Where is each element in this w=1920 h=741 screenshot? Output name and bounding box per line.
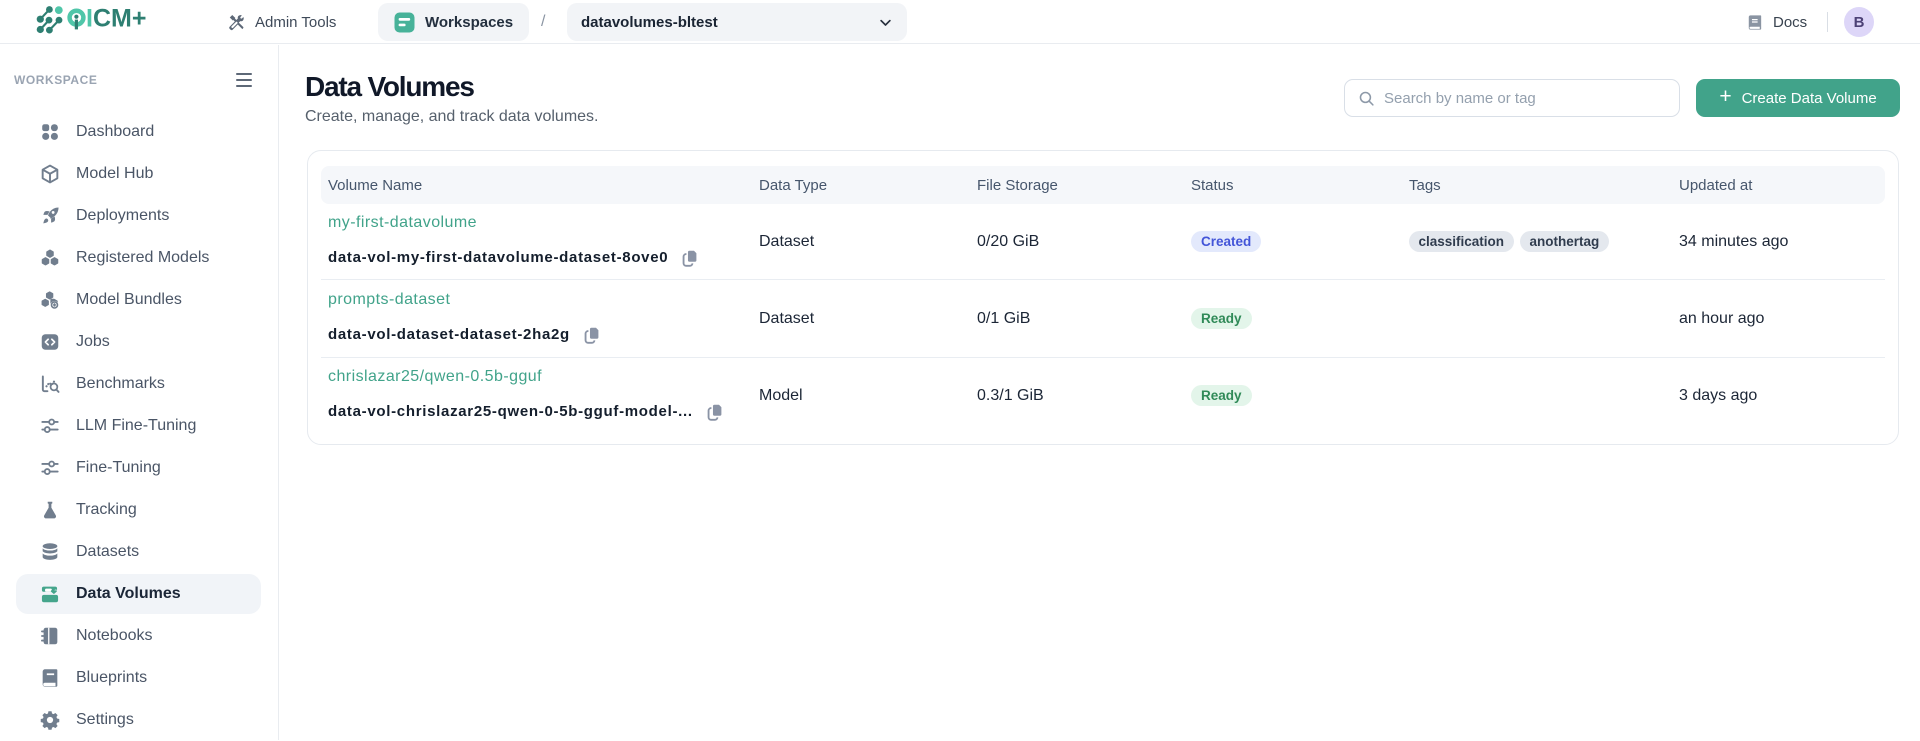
svg-text:CM+: CM+ (93, 5, 146, 33)
svg-text:I: I (86, 5, 93, 33)
